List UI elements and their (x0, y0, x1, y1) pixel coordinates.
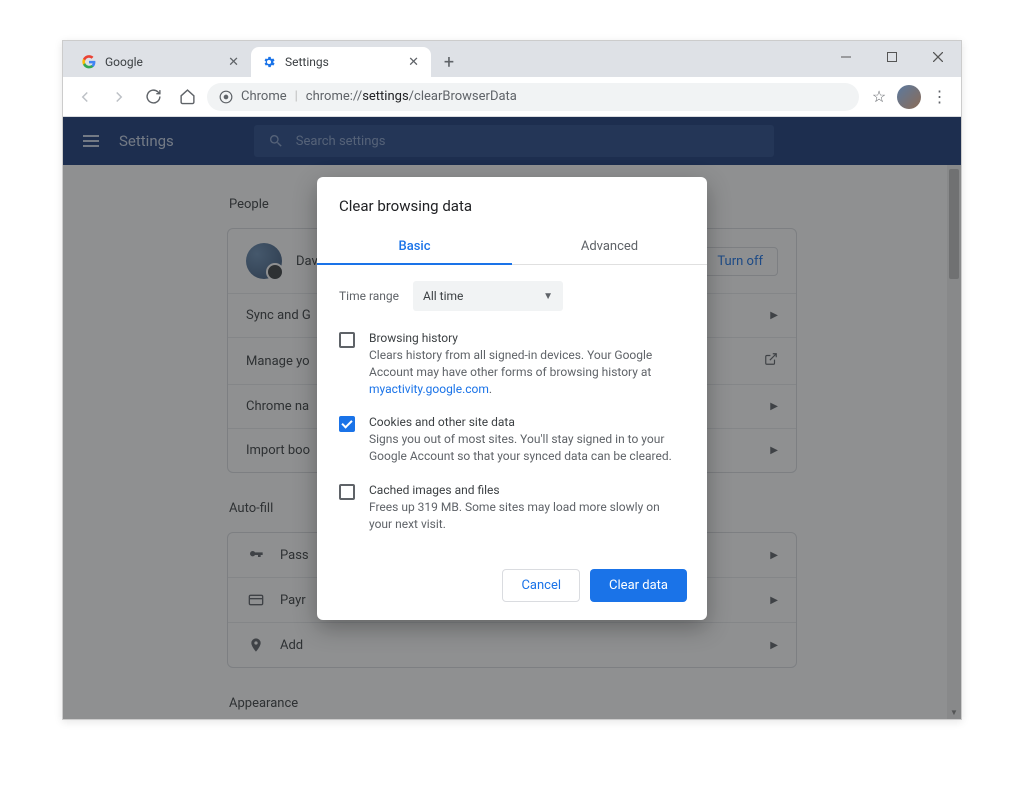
address-bar[interactable]: Chrome | chrome://settings/clearBrowserD… (207, 83, 859, 111)
omnibox-separator: | (295, 89, 298, 104)
checkbox-cache[interactable] (339, 484, 355, 500)
profile-avatar-icon[interactable] (897, 85, 921, 109)
dialog-tabs: Basic Advanced (317, 229, 707, 265)
dialog-tab-basic[interactable]: Basic (317, 229, 512, 264)
option-browsing-history[interactable]: Browsing history Clears history from all… (339, 331, 685, 397)
tab-title: Google (105, 55, 143, 69)
omnibox-url: chrome://settings/clearBrowserData (306, 89, 517, 104)
tab-google[interactable]: Google ✕ (71, 47, 251, 77)
option-cache[interactable]: Cached images and files Frees up 319 MB.… (339, 483, 685, 533)
omnibox-origin-label: Chrome (241, 89, 287, 104)
browser-window: Google ✕ Settings ✕ + Chrome | chrome://… (62, 40, 962, 720)
settings-favicon (261, 54, 277, 70)
time-range-label: Time range (339, 289, 399, 303)
checkbox-cookies[interactable] (339, 416, 355, 432)
close-window-button[interactable] (915, 41, 961, 73)
page-viewport: Settings People David Gwyer Turn off (63, 117, 961, 719)
chrome-menu-button[interactable]: ⋮ (925, 83, 953, 111)
option-cookies[interactable]: Cookies and other site data Signs you ou… (339, 415, 685, 465)
browser-toolbar: Chrome | chrome://settings/clearBrowserD… (63, 77, 961, 117)
tab-close-icon[interactable]: ✕ (226, 53, 241, 72)
home-button[interactable] (173, 83, 201, 111)
myactivity-link[interactable]: myactivity.google.com (369, 382, 489, 396)
bookmark-star-icon[interactable]: ☆ (865, 83, 893, 111)
dialog-tab-advanced[interactable]: Advanced (512, 229, 707, 264)
forward-button[interactable] (105, 83, 133, 111)
checkbox-browsing-history[interactable] (339, 332, 355, 348)
back-button[interactable] (71, 83, 99, 111)
google-favicon (81, 54, 97, 70)
cancel-button[interactable]: Cancel (502, 569, 580, 602)
clear-browsing-data-dialog: Clear browsing data Basic Advanced Time … (317, 177, 707, 620)
dialog-actions: Cancel Clear data (317, 559, 707, 620)
clear-data-button[interactable]: Clear data (590, 569, 687, 602)
tab-settings[interactable]: Settings ✕ (251, 47, 431, 77)
dropdown-caret-icon: ▼ (543, 291, 553, 302)
new-tab-button[interactable]: + (435, 48, 463, 76)
minimize-button[interactable] (823, 41, 869, 73)
chrome-page-icon (219, 90, 233, 104)
tab-close-icon[interactable]: ✕ (406, 53, 421, 72)
dialog-body: Time range All time ▼ Browsing history C… (317, 265, 707, 559)
dialog-title: Clear browsing data (317, 177, 707, 229)
tab-title: Settings (285, 55, 329, 69)
window-controls (823, 41, 961, 73)
time-range-select[interactable]: All time ▼ (413, 281, 563, 311)
reload-button[interactable] (139, 83, 167, 111)
maximize-button[interactable] (869, 41, 915, 73)
